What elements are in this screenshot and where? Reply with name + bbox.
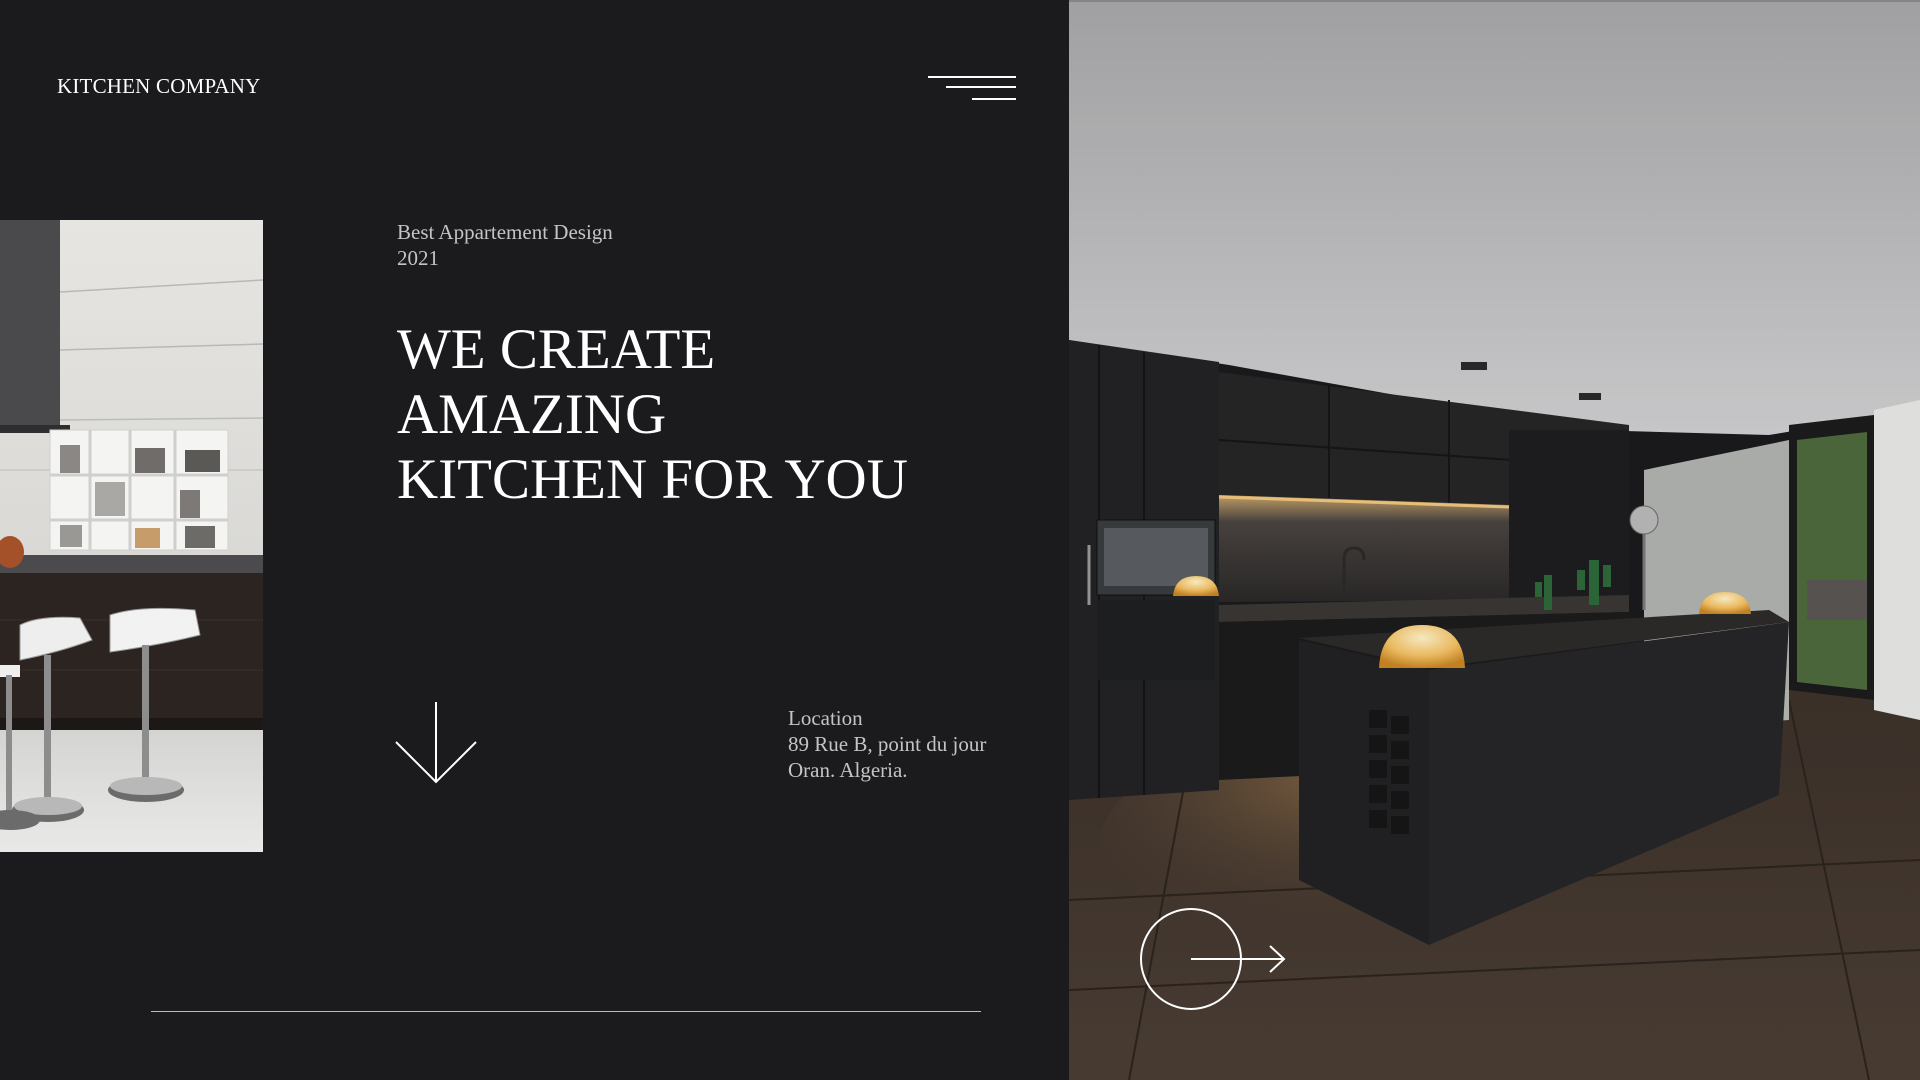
left-panel: KITCHEN COMPANY Best Appartement Design … — [0, 0, 1069, 1080]
circle-arrow-right-icon — [1140, 908, 1286, 1010]
hero-headline: WE CREATE AMAZING KITCHEN FOR YOU — [397, 317, 908, 512]
address-line-2: Oran. Algeria. — [788, 758, 908, 782]
subtitle-line: Best Appartement Design — [397, 220, 613, 244]
subtitle-year: 2021 — [397, 246, 439, 270]
location-label: Location — [788, 706, 863, 730]
design-subtitle: Best Appartement Design 2021 — [397, 219, 613, 271]
brand-logo[interactable]: KITCHEN COMPANY — [57, 74, 261, 99]
arrow-down-icon — [395, 702, 477, 784]
headline-line-2: AMAZING — [397, 383, 667, 446]
menu-button[interactable] — [928, 72, 1018, 106]
next-slide-button[interactable] — [1138, 906, 1288, 1012]
address-line-1: 89 Rue B, point du jour — [788, 732, 987, 756]
kitchen-thumbnail-image — [0, 220, 263, 852]
headline-line-1: WE CREATE — [397, 318, 716, 381]
scroll-down-button[interactable] — [394, 700, 478, 786]
headline-line-3: KITCHEN FOR YOU — [397, 448, 908, 511]
bottom-divider — [151, 1011, 981, 1012]
location-block: Location 89 Rue B, point du jour Oran. A… — [788, 705, 986, 783]
